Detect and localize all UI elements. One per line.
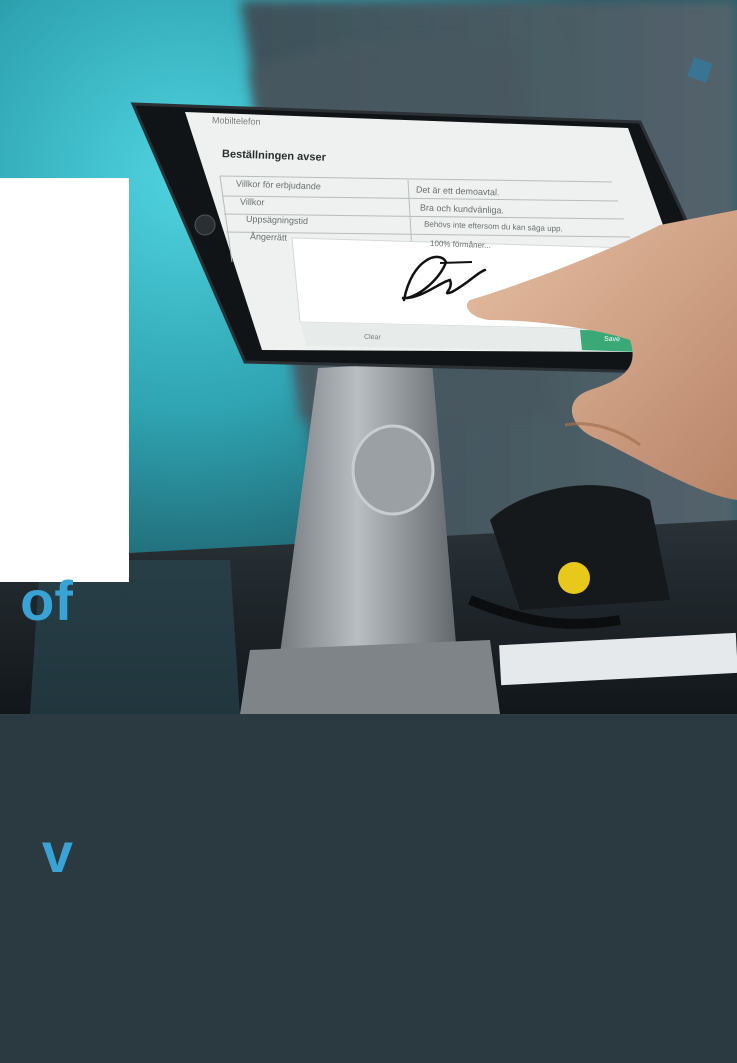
card-heading: of v — [11, 391, 73, 1063]
card-heading-line: of — [20, 569, 73, 632]
card-heading-line: v — [41, 821, 73, 884]
overlay-card: of v — [0, 178, 129, 884]
